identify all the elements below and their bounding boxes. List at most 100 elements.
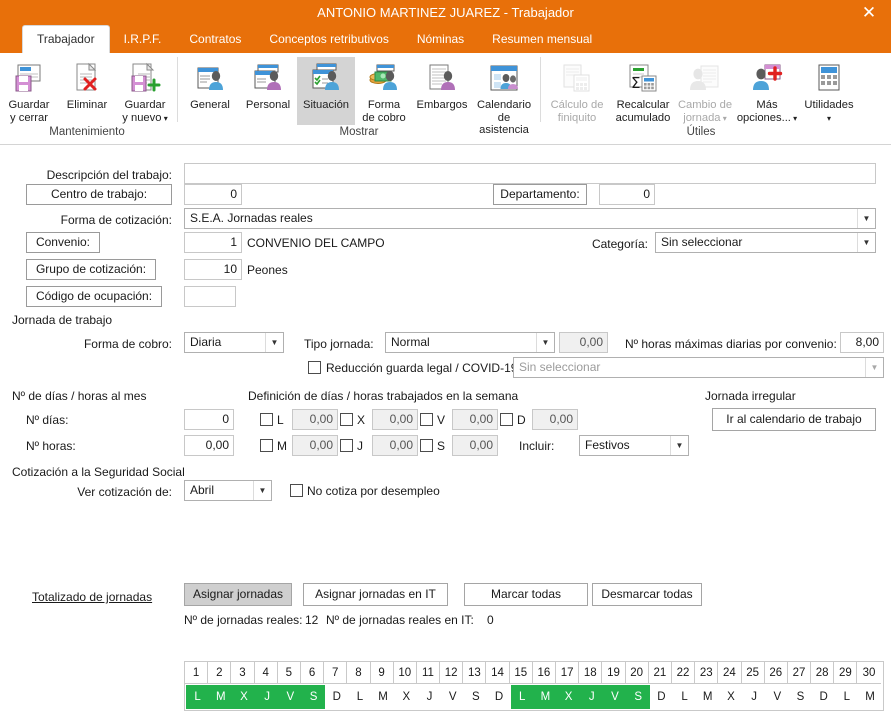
calendar-day-number[interactable]: 3 (231, 662, 255, 684)
weekday-hours-input-M[interactable]: 0,00 (292, 435, 338, 456)
asignar-jornadas-button[interactable]: Asignar jornadas (184, 583, 292, 606)
calendar-day-number[interactable]: 1 (185, 662, 209, 684)
calendar-day-number[interactable]: 23 (695, 662, 719, 684)
tab-resumen-mensual[interactable]: Resumen mensual (478, 25, 606, 53)
calendar-day-cell[interactable]: S (464, 685, 487, 709)
calendar-day-number[interactable]: 29 (834, 662, 858, 684)
weekday-checkbox-L[interactable] (260, 413, 273, 426)
categoria-select[interactable]: Sin seleccionar ▼ (655, 232, 876, 253)
chevron-down-icon[interactable]: ▾ (791, 114, 797, 123)
calendar-day-number[interactable]: 8 (347, 662, 371, 684)
calendar-day-cell[interactable]: S (789, 685, 812, 709)
tipo-jornada-select[interactable]: Normal ▼ (385, 332, 555, 353)
calendar-day-number[interactable]: 24 (718, 662, 742, 684)
weekday-hours-input-L[interactable]: 0,00 (292, 409, 338, 430)
weekday-checkbox-V[interactable] (420, 413, 433, 426)
ribbon-button-general[interactable]: General (181, 57, 239, 125)
ribbon-button-guardar[interactable]: Guardar y nuevo ▾ (116, 57, 174, 125)
n-horas-input[interactable]: 0,00 (184, 435, 234, 456)
weekday-hours-input-D[interactable]: 0,00 (532, 409, 578, 430)
no-cotiza-desempleo-checkbox[interactable] (290, 484, 303, 497)
descripcion-trabajo-input[interactable] (184, 163, 876, 184)
calendar-day-cell[interactable]: M (372, 685, 395, 709)
forma-cotizacion-select[interactable]: S.E.A. Jornadas reales ▼ (184, 208, 876, 229)
calendar-day-number[interactable]: 14 (486, 662, 510, 684)
ribbon-button-forma[interactable]: Forma de cobro (355, 57, 413, 125)
codigo-ocupacion-button[interactable]: Código de ocupación: (26, 286, 162, 307)
calendar-day-number[interactable]: 27 (787, 662, 812, 684)
calendar-day-cell[interactable]: D (325, 685, 348, 709)
calendar-day-cell[interactable]: L (835, 685, 858, 709)
calendar-day-number[interactable]: 2 (208, 662, 232, 684)
calendar-day-number[interactable]: 12 (440, 662, 464, 684)
weekday-checkbox-J[interactable] (340, 439, 353, 452)
calendar-day-cell[interactable]: J (418, 685, 441, 709)
calendar-day-cell[interactable]: X (557, 685, 581, 709)
tab-conceptos-retributivos[interactable]: Conceptos retributivos (255, 25, 402, 53)
calendar-day-cell[interactable]: M (209, 685, 233, 709)
incluir-select[interactable]: Festivos ▼ (579, 435, 689, 456)
ver-cotizacion-select[interactable]: Abril ▼ (184, 480, 272, 501)
calendar-day-cell[interactable]: S (626, 685, 650, 709)
calendar-day-cell[interactable]: M (696, 685, 719, 709)
weekday-checkbox-X[interactable] (340, 413, 353, 426)
calendar-day-cell[interactable]: J (580, 685, 604, 709)
chevron-down-icon[interactable]: ▾ (721, 114, 727, 123)
calendar-day-number[interactable]: 9 (370, 662, 394, 684)
ribbon-button-utilidades[interactable]: Utilidades ▾ (800, 57, 858, 125)
convenio-code-input[interactable]: 1 (184, 232, 242, 253)
calendar-day-number[interactable]: 7 (324, 662, 348, 684)
chevron-down-icon[interactable]: ▾ (161, 114, 168, 123)
calendar-day-number[interactable]: 17 (556, 662, 580, 684)
calendar-day-number[interactable]: 19 (602, 662, 626, 684)
weekday-hours-input-X[interactable]: 0,00 (372, 409, 418, 430)
calendar-day-number[interactable]: 4 (254, 662, 278, 684)
calendar-day-cell[interactable]: D (650, 685, 673, 709)
chevron-down-icon[interactable]: ▾ (827, 114, 831, 123)
calendar-day-cell[interactable]: L (673, 685, 696, 709)
ribbon-button-eliminar[interactable]: Eliminar (58, 57, 116, 125)
calendar-day-cell[interactable]: V (766, 685, 789, 709)
ribbon-button-guardar[interactable]: Guardar y cerrar (0, 57, 58, 125)
convenio-button[interactable]: Convenio: (26, 232, 100, 253)
calendar-day-cell[interactable]: L (186, 685, 210, 709)
weekday-hours-input-S[interactable]: 0,00 (452, 435, 498, 456)
tab-contratos[interactable]: Contratos (175, 25, 255, 53)
calendar-day-cell[interactable]: X (395, 685, 418, 709)
calendar-day-number[interactable]: 13 (463, 662, 487, 684)
calendar-day-cell[interactable]: S (301, 685, 326, 709)
weekday-checkbox-D[interactable] (500, 413, 513, 426)
reduccion-guarda-legal-checkbox[interactable] (308, 361, 321, 374)
centro-trabajo-button[interactable]: Centro de trabajo: (26, 184, 172, 205)
calendar-day-number[interactable]: 16 (532, 662, 556, 684)
desmarcar-todas-button[interactable]: Desmarcar todas (592, 583, 702, 606)
close-icon[interactable]: ✕ (855, 0, 883, 25)
weekday-hours-input-J[interactable]: 0,00 (372, 435, 418, 456)
calendar-day-cell[interactable]: X (719, 685, 742, 709)
horas-maximas-input[interactable]: 8,00 (840, 332, 884, 353)
calendar-day-number[interactable]: 6 (300, 662, 325, 684)
centro-trabajo-input[interactable]: 0 (184, 184, 242, 205)
asignar-jornadas-it-button[interactable]: Asignar jornadas en IT (303, 583, 448, 606)
calendar-day-cell[interactable]: X (232, 685, 256, 709)
forma-cobro-select[interactable]: Diaria ▼ (184, 332, 284, 353)
grupo-cotizacion-button[interactable]: Grupo de cotización: (26, 259, 156, 280)
calendar-day-cell[interactable]: J (743, 685, 766, 709)
calendar-day-number[interactable]: 18 (579, 662, 603, 684)
ribbon-button-situación[interactable]: Situación (297, 57, 355, 125)
weekday-hours-input-V[interactable]: 0,00 (452, 409, 498, 430)
calendar-day-number[interactable]: 25 (741, 662, 765, 684)
grupo-cotizacion-code-input[interactable]: 10 (184, 259, 242, 280)
calendar-day-cell[interactable]: L (510, 685, 534, 709)
weekday-checkbox-S[interactable] (420, 439, 433, 452)
calendar-day-cell[interactable]: J (255, 685, 279, 709)
ir-calendario-trabajo-button[interactable]: Ir al calendario de trabajo (712, 408, 876, 431)
calendar-day-number[interactable]: 26 (764, 662, 788, 684)
calendar-day-number[interactable]: 11 (416, 662, 441, 684)
calendar-day-cell[interactable]: V (278, 685, 302, 709)
calendar-day-cell[interactable]: L (348, 685, 371, 709)
weekday-checkbox-M[interactable] (260, 439, 273, 452)
calendar-day-cell[interactable]: M (533, 685, 557, 709)
calendar-day-number[interactable]: 15 (509, 662, 533, 684)
departamento-input[interactable]: 0 (599, 184, 655, 205)
